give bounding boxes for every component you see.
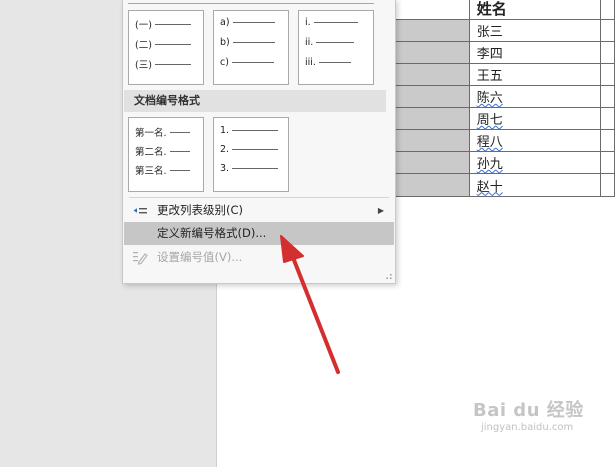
baidu-watermark: Bai du 经验 jingyan.baidu.com xyxy=(467,396,607,452)
watermark-brand: Bai du 经验 xyxy=(473,400,584,421)
watermark-url: jingyan.baidu.com xyxy=(481,422,574,433)
